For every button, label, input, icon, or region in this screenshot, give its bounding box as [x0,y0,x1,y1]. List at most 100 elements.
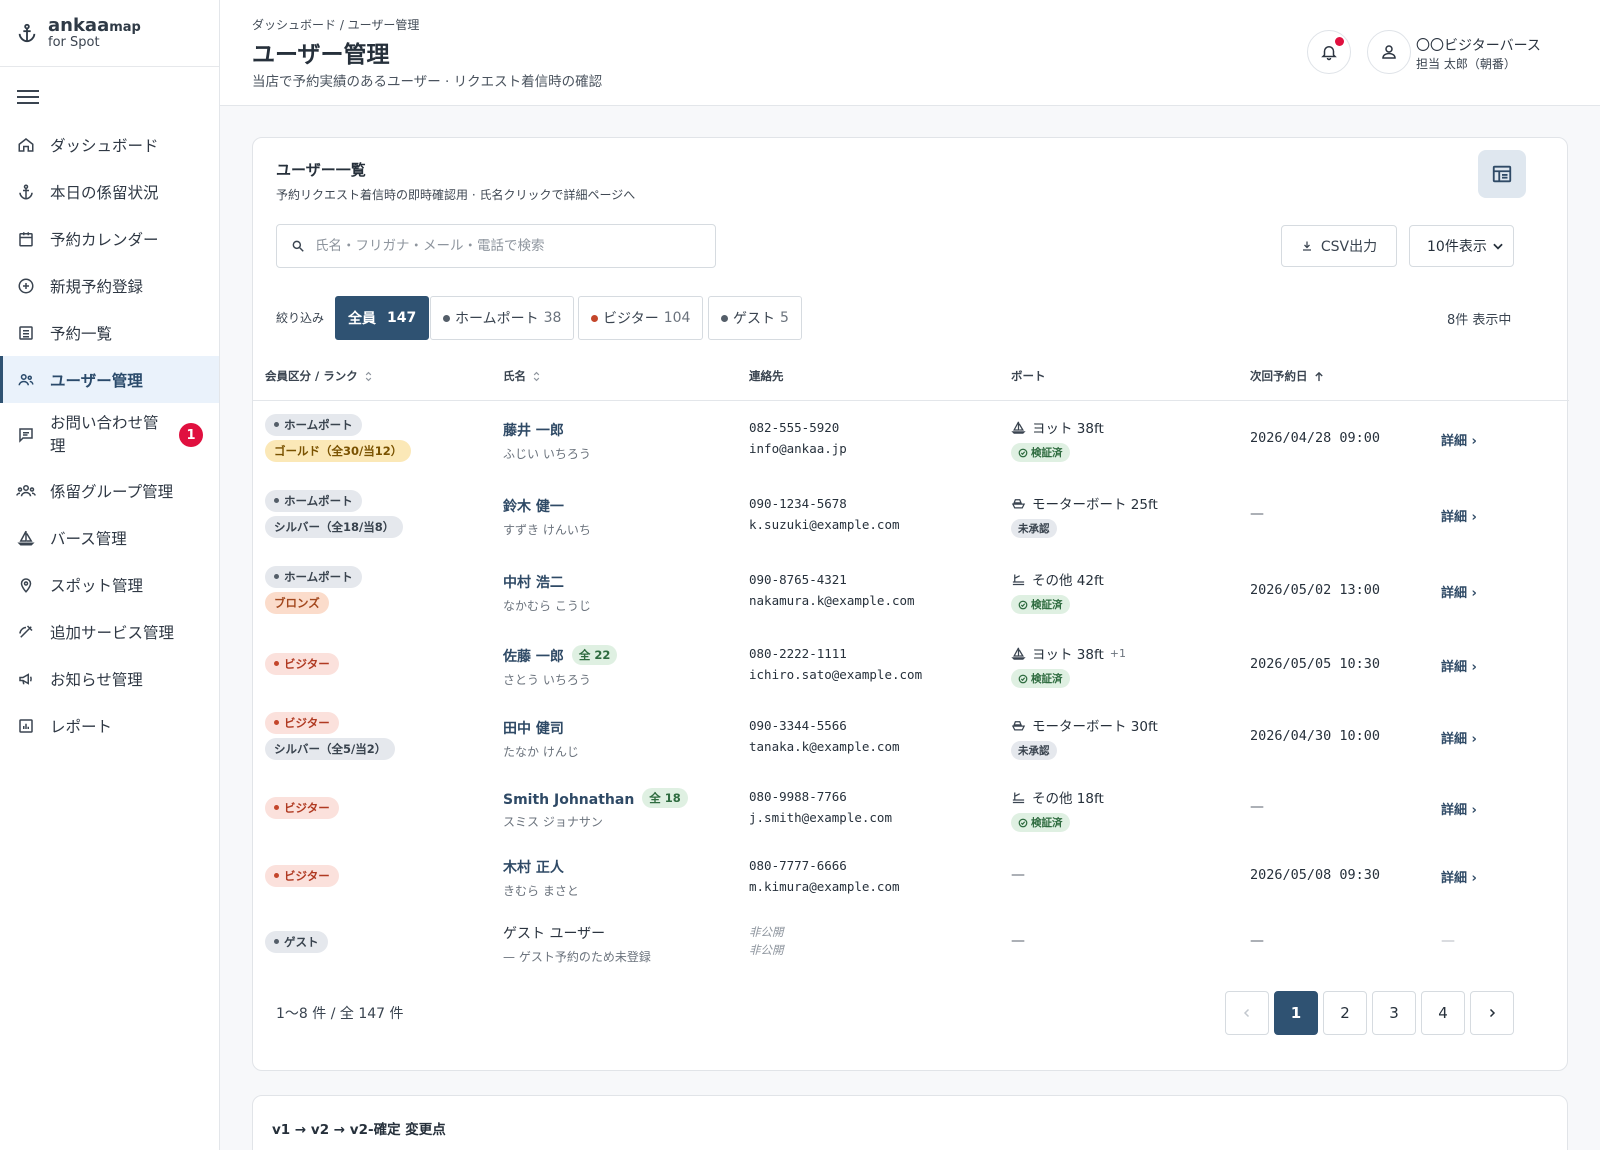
filter-label-homeport: ホームポート [455,311,539,327]
user-name-link[interactable]: 佐藤 一郎 [503,649,564,665]
next-reservation-date: — [1250,799,1264,815]
notifications-button[interactable] [1307,30,1351,74]
column-header-name[interactable]: 氏名 [503,368,541,384]
sidebar-item-inquiries[interactable]: お問い合わせ管理 1 [0,403,219,467]
sidebar-item-services[interactable]: 追加サービス管理 [0,608,219,655]
sidebar-item-calendar[interactable]: 予約カレンダー [0,215,219,262]
other-boat-icon [1012,792,1025,803]
menu-toggle-icon[interactable] [17,90,39,106]
plus-circle-icon [16,276,36,296]
table-row: ビジター Smith Johnathan 全 18 スミス ジョナサン 080-99… [253,777,1569,847]
changelog-card: v1 → v2 → v2-確定 変更点 [252,1095,1568,1150]
phone: 090-8765-4321 [749,572,847,587]
filter-label-visitor: ビジター [603,311,659,327]
phone: 082-555-5920 [749,420,840,435]
filter-visitor[interactable]: ビジター 104 [578,296,704,340]
detail-link[interactable]: 詳細 › [1441,656,1477,675]
user-list-card: ユーザー一覧 予約リクエスト着信時の即時確認用 · 氏名クリックで詳細ページへ … [252,137,1569,1071]
filter-all[interactable]: 全員 147 [335,296,430,340]
detail-link[interactable]: 詳細 › [1441,867,1477,886]
detail-link[interactable]: 詳細 › [1441,799,1477,818]
user-kana: なかむら こうじ [503,599,591,613]
sidebar-item-label: お問い合わせ管理 [50,413,159,455]
sidebar-item-users[interactable]: ユーザー管理 [0,356,219,403]
column-header-label: ボート [1011,369,1046,383]
column-header-next-reservation[interactable]: 次回予約日 [1250,368,1324,384]
bell-icon [1321,46,1337,61]
table-row: ホームポート シルバー（全18/当8） 鈴木 健一 すずき けんいち 090-12… [253,477,1569,553]
user-name-link[interactable]: Smith Johnathan [503,792,634,808]
next-reservation-date: — [1250,933,1264,949]
sidebar-item-spots[interactable]: スポット管理 [0,561,219,608]
account-button[interactable] [1367,30,1411,74]
user-kana: きむら まさと [503,884,579,898]
sidebar-item-new-reservation[interactable]: 新規予約登録 [0,262,219,309]
pagination-page-2[interactable]: 2 [1323,991,1367,1035]
per-page-select[interactable]: 10件表示 [1409,225,1514,267]
pagination-page-3[interactable]: 3 [1372,991,1416,1035]
pagination-next[interactable] [1470,991,1514,1035]
sidebar-item-mooring-groups[interactable]: 係留グループ管理 [0,467,219,514]
column-header-boat: ボート [1011,368,1046,384]
breadcrumb[interactable]: ダッシュボード / ユーザー管理 [252,16,419,33]
member-type-badge: ホームポート [265,490,362,512]
sidebar-item-mooring-status[interactable]: 本日の係留状況 [0,168,219,215]
email: j.smith@example.com [749,810,892,825]
pagination-page-4[interactable]: 4 [1421,991,1465,1035]
column-header-type[interactable]: 会員区分 / ランク [265,368,373,384]
sidebar-item-berths[interactable]: バース管理 [0,514,219,561]
sidebar-item-reports[interactable]: レポート [0,702,219,749]
sidebar-item-dashboard[interactable]: ダッシュボード [0,121,219,168]
user-name: 担当 太郎（朝番） [1416,57,1516,71]
search-input[interactable] [315,238,695,254]
brand-logo[interactable]: ankaamap for Spot [0,0,219,67]
user-name-link[interactable]: 木村 正人 [503,857,579,877]
user-name-link[interactable]: 中村 浩二 [503,572,591,592]
detail-link[interactable]: 詳細 › [1441,506,1477,525]
email: m.kimura@example.com [749,879,900,894]
pagination-prev[interactable] [1225,991,1269,1035]
changelog-title: v1 → v2 → v2-確定 変更点 [272,1122,446,1138]
user-name-link[interactable]: 田中 健司 [503,718,579,738]
user-name-link[interactable]: 藤井 一郎 [503,420,591,440]
filter-homeport[interactable]: ホームポート 38 [430,296,575,340]
notification-badge: 1 [179,423,203,447]
notification-dot [1335,37,1344,46]
user-kana: — ゲスト予約のため未登録 [503,950,651,964]
sidebar-item-reservation-list[interactable]: 予約一覧 [0,309,219,356]
user-kana: さとう いちろう [503,673,591,687]
filter-label-guest: ゲスト [733,311,775,327]
email: tanaka.k@example.com [749,739,900,754]
detail-link[interactable]: 詳細 › [1441,430,1477,449]
user-name-link[interactable]: 鈴木 健一 [503,496,591,516]
sidebar-item-announcements[interactable]: お知らせ管理 [0,655,219,702]
pagination-page-1[interactable]: 1 [1274,991,1318,1035]
visitor-dot-icon [591,314,598,322]
filter-guest[interactable]: ゲスト 5 [708,296,802,340]
anchor-icon [16,182,36,202]
chat-icon [16,425,36,445]
rank-badge: ブロンズ [265,592,329,614]
filter-count: 5 [780,310,789,326]
homeport-dot-icon [443,314,450,322]
column-header-label: 次回予約日 [1250,369,1308,383]
boat-info: ヨット 38ft [1032,421,1104,437]
verification-badge: 未承認 [1011,519,1057,538]
boat-info: その他 42ft [1032,573,1104,589]
anchor-logo-icon [18,23,36,43]
report-icon [16,716,36,736]
view-toggle-button[interactable] [1478,150,1526,198]
search-field[interactable] [276,224,716,268]
filter-label-all: 全員 [348,311,376,327]
detail-link[interactable]: 詳細 › [1441,582,1477,601]
detail-link[interactable]: 詳細 › [1441,728,1477,747]
calendar-icon [16,229,36,249]
phone: 080-9988-7766 [749,789,847,804]
user-kana: ふじい いちろう [503,447,591,461]
phone: 090-3344-5566 [749,718,847,733]
next-reservation-date: 2026/05/02 13:00 [1250,582,1381,598]
csv-export-button[interactable]: CSV出力 [1281,225,1397,267]
table-row: ホームポート ゴールド（全30/当12） 藤井 一郎 ふじい いちろう 082-5… [253,401,1569,477]
column-header-label: 会員区分 / ランク [265,369,358,383]
sort-icon [365,371,371,381]
